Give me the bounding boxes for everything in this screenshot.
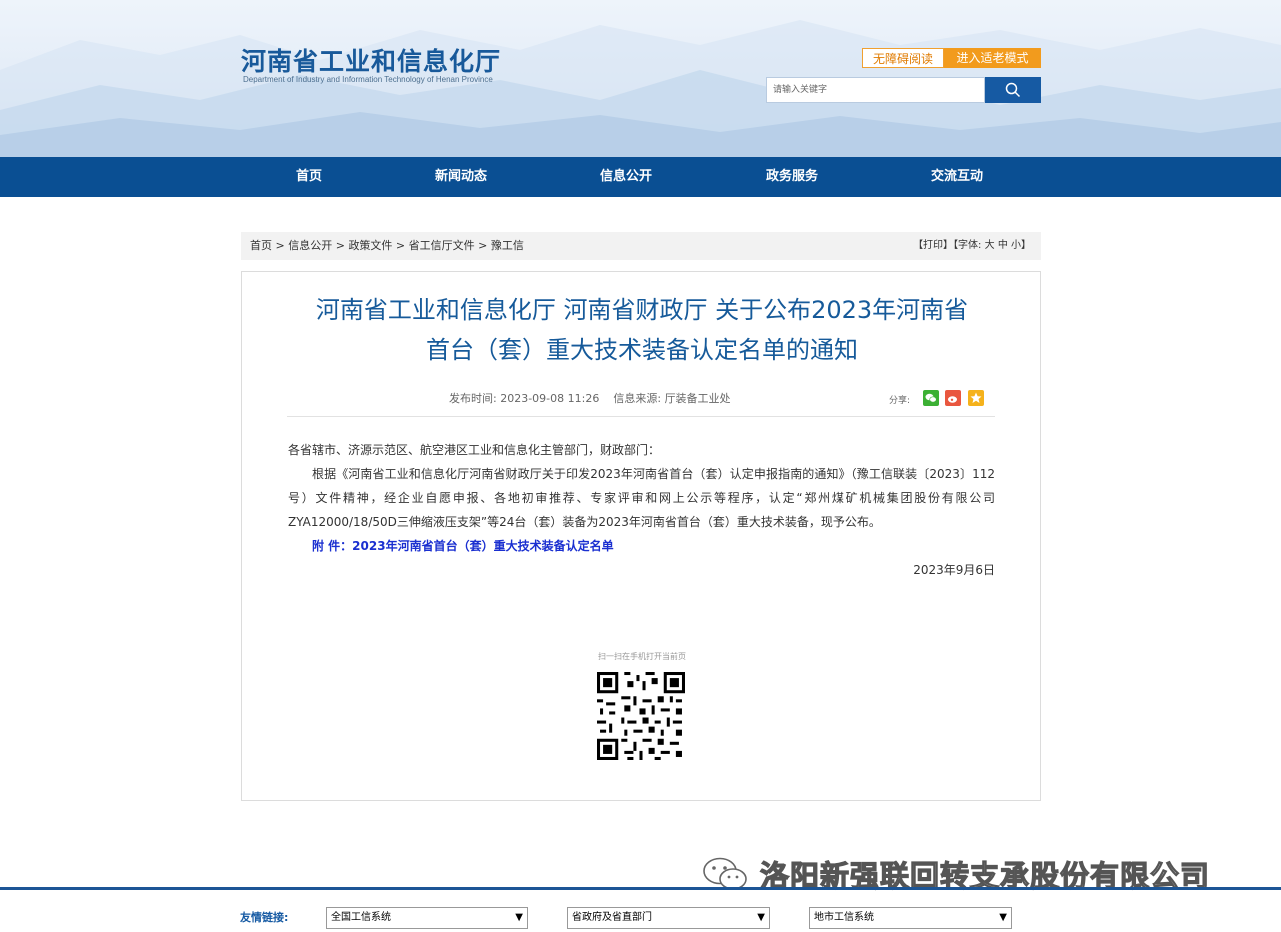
accessibility-button[interactable]: 无障碍阅读 [862, 48, 944, 68]
nav-item-interaction[interactable]: 交流互动 [931, 157, 983, 197]
weibo-share-icon[interactable] [945, 390, 961, 406]
article-meta: 发布时间: 2023-09-08 11:26 信息来源: 厅装备工业处 [449, 390, 731, 406]
document-date: 2023年9月6日 [913, 563, 995, 577]
nav-item-home[interactable]: 首页 [296, 157, 322, 197]
chevron-down-icon: ▼ [757, 912, 765, 923]
article-container: 河南省工业和信息化厅 河南省财政厅 关于公布2023年河南省 首台（套）重大技术… [241, 271, 1041, 801]
search-button[interactable] [985, 77, 1041, 103]
article-title-line: 首台（套）重大技术装备认定名单的通知 [426, 336, 858, 364]
page-tools: 【打印】【字体: 大 中 小】 [913, 232, 1031, 260]
font-large-link[interactable]: 大 [985, 240, 995, 251]
print-link[interactable]: 【打印】 [913, 240, 953, 251]
search-input[interactable]: 请输入关键字 [766, 77, 985, 103]
elder-mode-button[interactable]: 进入适老模式 [944, 48, 1041, 68]
font-size-close: 】 [1021, 240, 1031, 251]
select-value: 全国工信系统 [331, 912, 391, 923]
article-title-line: 河南省工业和信息化厅 河南省财政厅 关于公布2023年河南省 [315, 296, 969, 324]
nav-item-gov-service[interactable]: 政务服务 [766, 157, 818, 197]
chevron-down-icon: ▼ [515, 912, 523, 923]
breadcrumb-item[interactable]: 信息公开 [288, 239, 332, 252]
site-logo-subtitle: Department of Industry and Information T… [243, 75, 493, 84]
source-label: 信息来源: [613, 392, 662, 405]
nav-item-info-public[interactable]: 信息公开 [600, 157, 652, 197]
nav-item-news[interactable]: 新闻动态 [435, 157, 487, 197]
mountain-banner [0, 20, 1281, 157]
share-label: 分享: [889, 396, 911, 406]
breadcrumb-separator: > [332, 239, 349, 252]
breadcrumb-separator: > [392, 239, 409, 252]
select-city-it[interactable]: 地市工信系统 ▼ [809, 907, 1012, 929]
title-divider [287, 416, 995, 417]
source-value: 厅装备工业处 [664, 392, 731, 405]
font-small-link[interactable]: 小 [1011, 240, 1021, 251]
breadcrumb-item[interactable]: 豫工信 [491, 239, 524, 252]
breadcrumb-item[interactable]: 省工信厅文件 [409, 239, 475, 252]
breadcrumb-item[interactable]: 首页 [250, 239, 272, 252]
site-logo-title[interactable]: 河南省工业和信息化厅 [241, 42, 501, 78]
select-value: 地市工信系统 [814, 912, 874, 923]
qr-code-image [597, 672, 685, 760]
footer-divider [0, 887, 1281, 890]
favorite-share-icon[interactable] [968, 390, 984, 406]
publish-time: 2023-09-08 11:26 [500, 392, 600, 405]
breadcrumb-item[interactable]: 政策文件 [348, 239, 392, 252]
breadcrumb: 首页 > 信息公开 > 政策文件 > 省工信厅文件 > 豫工信 [250, 232, 524, 260]
search-icon [1005, 82, 1021, 98]
attachment-link[interactable]: 附 件：2023年河南省首台（套）重大技术装备认定名单 [288, 534, 995, 558]
breadcrumb-separator: > [272, 239, 289, 252]
select-value: 省政府及省直部门 [572, 912, 652, 923]
qr-caption: 扫一扫在手机打开当前页 [598, 652, 686, 661]
site-header: 河南省工业和信息化厅 Department of Industry and In… [0, 0, 1281, 157]
font-medium-link[interactable]: 中 [998, 240, 1008, 251]
article-title: 河南省工业和信息化厅 河南省财政厅 关于公布2023年河南省 首台（套）重大技术… [282, 290, 1002, 370]
main-nav: 首页 新闻动态 信息公开 政务服务 交流互动 [0, 157, 1281, 197]
breadcrumb-separator: > [474, 239, 491, 252]
font-size-label: 【字体: [953, 240, 982, 251]
publish-label: 发布时间: [449, 392, 497, 405]
breadcrumb-bar: 首页 > 信息公开 > 政策文件 > 省工信厅文件 > 豫工信 【打印】【字体:… [241, 232, 1041, 260]
chevron-down-icon: ▼ [999, 912, 1007, 923]
friend-links-label: 友情链接: [240, 911, 289, 924]
body-paragraph: 根据《河南省工业和信息化厅河南省财政厅关于印发2023年河南省首台（套）认定申报… [288, 467, 995, 529]
wechat-share-icon[interactable] [923, 390, 939, 406]
select-provincial-gov[interactable]: 省政府及省直部门 ▼ [567, 907, 770, 929]
salutation: 各省辖市、济源示范区、航空港区工业和信息化主管部门，财政部门： [288, 443, 661, 457]
article-body: 各省辖市、济源示范区、航空港区工业和信息化主管部门，财政部门： 根据《河南省工业… [288, 438, 995, 582]
select-national-it[interactable]: 全国工信系统 ▼ [326, 907, 528, 929]
